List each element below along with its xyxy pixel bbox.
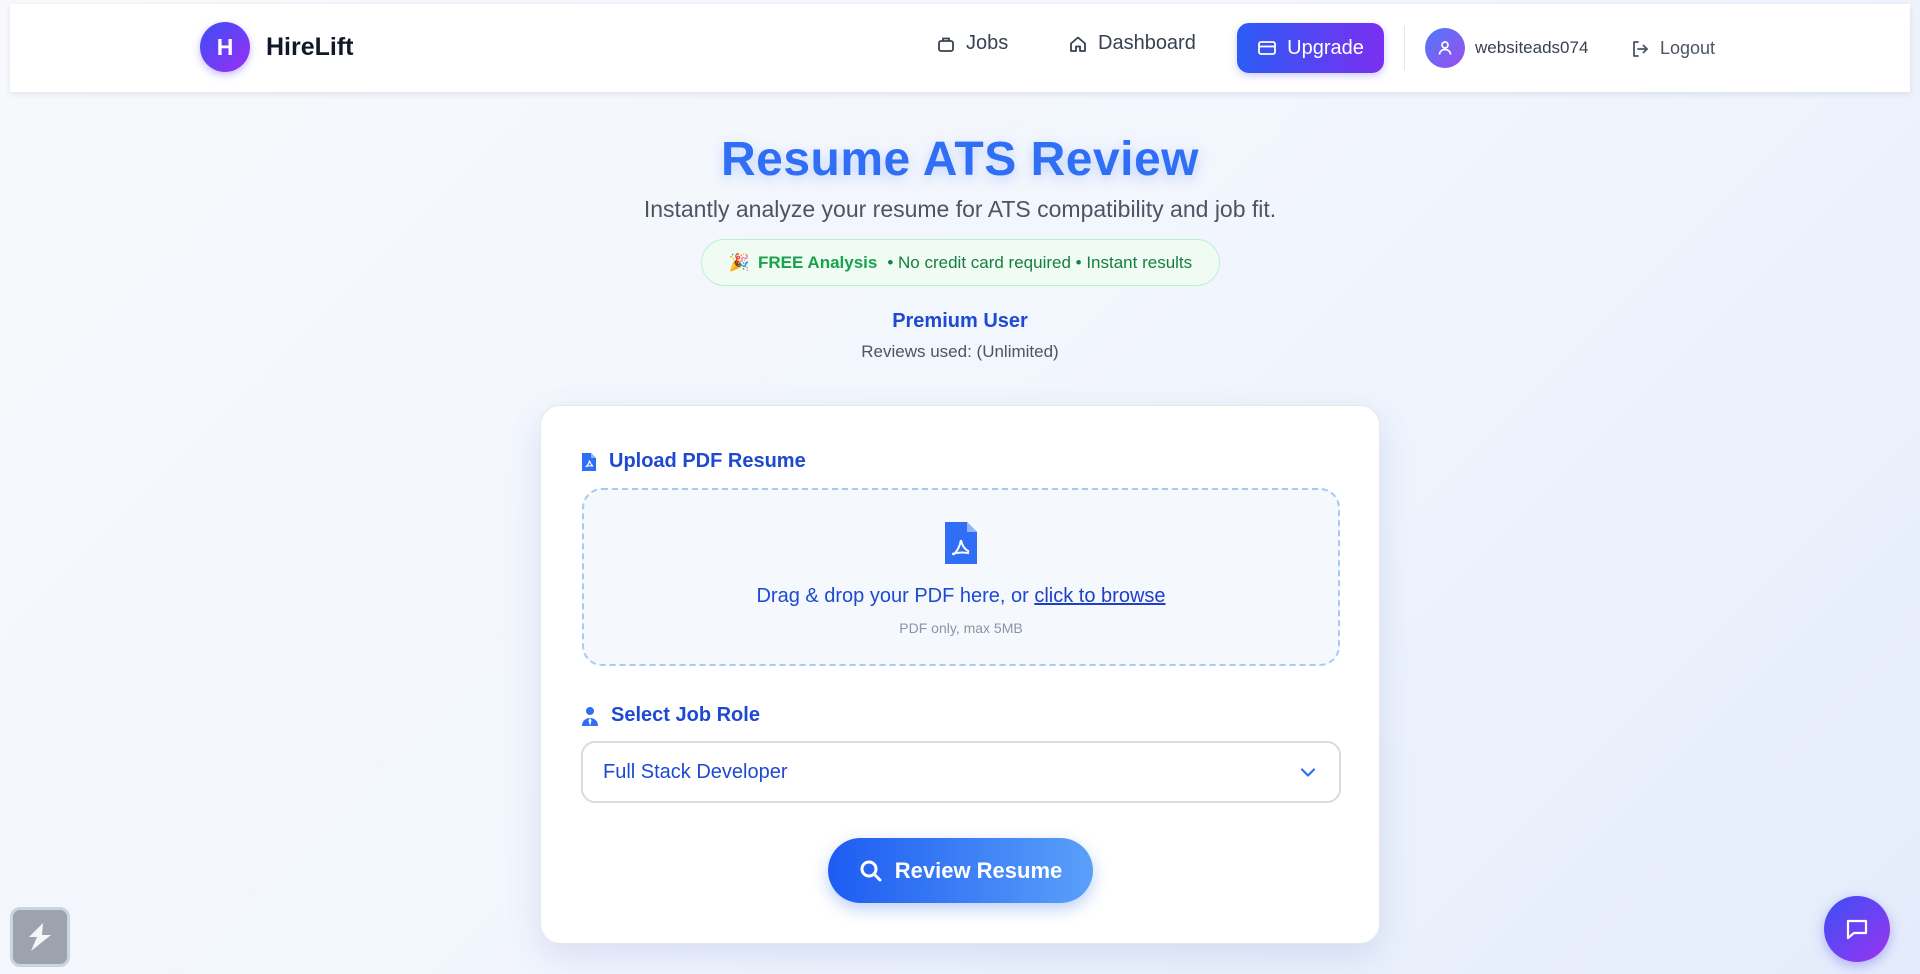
brand-name: HireLift xyxy=(266,32,354,61)
user-icon xyxy=(1438,41,1452,55)
plan-label: Premium User xyxy=(892,310,1028,332)
pdf-dropzone[interactable]: Drag & drop your PDF here, or click to b… xyxy=(582,488,1340,666)
pdf-file-icon xyxy=(582,452,596,471)
nav-dashboard-label: Dashboard xyxy=(1098,32,1196,54)
search-icon xyxy=(860,860,882,881)
user-tie-icon xyxy=(582,706,598,726)
brand-logo: H xyxy=(200,22,250,72)
extension-logo-icon xyxy=(29,923,51,951)
nav-divider xyxy=(1404,26,1405,70)
logout-label: Logout xyxy=(1660,38,1716,58)
logout-button[interactable]: Logout xyxy=(1630,38,1715,59)
avatar xyxy=(1425,28,1465,68)
dropzone-instruction: Drag & drop your PDF here, or xyxy=(756,585,1035,607)
nav-jobs-label: Jobs xyxy=(966,32,1009,54)
badge-text: • No credit card required • Instant resu… xyxy=(887,252,1193,272)
chat-icon xyxy=(1846,919,1868,940)
party-icon: 🎉 xyxy=(728,252,750,272)
page-title: Resume ATS Review xyxy=(721,133,1199,186)
logout-icon xyxy=(1633,40,1648,57)
review-form-card: Upload PDF Resume Drag & drop your PDF h… xyxy=(540,405,1380,944)
job-role-label-text: Select Job Role xyxy=(611,704,760,726)
job-role-section-label: Select Job Role xyxy=(581,704,760,727)
upload-label-text: Upload PDF Resume xyxy=(609,450,806,472)
extension-widget[interactable] xyxy=(10,907,70,967)
upload-section-label: Upload PDF Resume xyxy=(581,450,806,473)
upgrade-button[interactable]: Upgrade xyxy=(1237,23,1384,73)
reviews-used: Reviews used: (Unlimited) xyxy=(861,342,1059,361)
free-analysis-badge: 🎉 FREE Analysis • No credit card require… xyxy=(701,239,1220,286)
dropzone-hint: PDF only, max 5MB xyxy=(899,620,1023,636)
job-role-select[interactable]: Full Stack Developer xyxy=(581,741,1341,803)
browse-link[interactable]: click to browse xyxy=(1034,585,1165,607)
review-button-label: Review Resume xyxy=(894,857,1063,883)
chat-button[interactable] xyxy=(1824,896,1890,962)
dropzone-text: Drag & drop your PDF here, or click to b… xyxy=(584,585,1338,608)
user-menu[interactable]: websiteads074 xyxy=(1425,28,1588,68)
top-navbar: H HireLift Jobs Dashboard Upgrade websit… xyxy=(10,4,1910,92)
badge-strong-text: FREE Analysis xyxy=(757,252,878,272)
home-icon xyxy=(1070,36,1086,52)
page-subtitle: Instantly analyze your resume for ATS co… xyxy=(643,196,1277,222)
upgrade-label: Upgrade xyxy=(1287,36,1364,59)
nav-jobs-link[interactable]: Jobs xyxy=(936,32,1008,55)
briefcase-icon xyxy=(938,37,954,52)
nav-dashboard-link[interactable]: Dashboard xyxy=(1068,32,1196,55)
credit-card-icon xyxy=(1258,41,1277,55)
username: websiteads074 xyxy=(1475,38,1589,57)
chevron-down-icon xyxy=(1300,768,1316,777)
job-role-selected-value: Full Stack Developer xyxy=(603,760,788,783)
brand[interactable]: H HireLift xyxy=(200,22,354,72)
review-resume-button[interactable]: Review Resume xyxy=(828,838,1093,903)
pdf-file-icon xyxy=(945,522,977,564)
